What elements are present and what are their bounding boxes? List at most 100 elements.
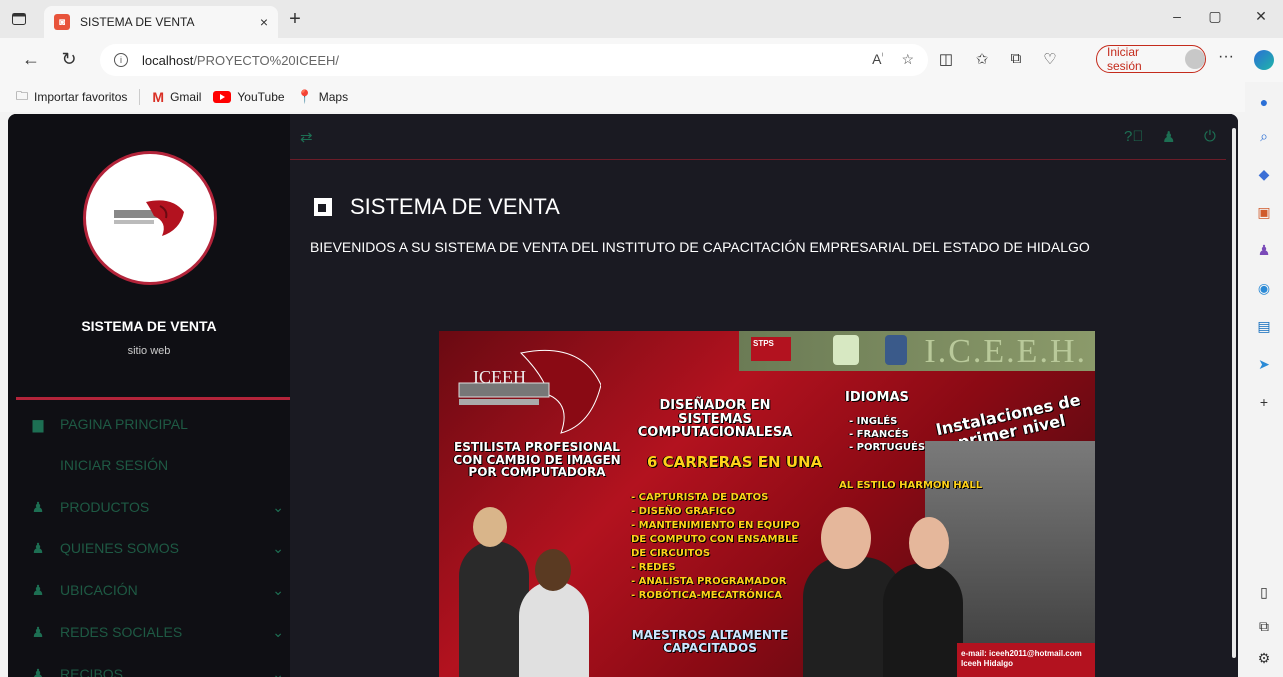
- favorites-icon[interactable]: ✩: [972, 50, 992, 68]
- sidebar-item-label: REDES SOCIALES: [60, 624, 183, 640]
- toggle-sidebar-icon[interactable]: ⇄: [300, 128, 313, 146]
- address-bar: ← ↻ i localhost/PROYECTO%20ICEEH/ A⁾ ☆ ◫…: [0, 38, 1283, 82]
- signin-label: Iniciar sesión: [1107, 45, 1142, 73]
- help-icon[interactable]: ?⃝: [1124, 128, 1144, 145]
- site-name: SISTEMA DE VENTA: [81, 318, 217, 334]
- idiomas-item: - FRANCÉS: [849, 429, 909, 440]
- page-title-text: SISTEMA DE VENTA: [350, 194, 560, 219]
- bookmark-import[interactable]: 🗀 Importar favoritos: [16, 87, 127, 108]
- sidebar-item-label: RECIBOS: [60, 666, 124, 677]
- app-sidebar: SISTEMA DE VENTA sitio web ▆ PAGINA PRIN…: [8, 114, 290, 677]
- sidebar-item-label: UBICACIÓN: [60, 582, 138, 598]
- tab-actions-icon[interactable]: [8, 9, 30, 29]
- contact-email: e-mail: iceeh2011@hotmail.com: [961, 649, 1082, 658]
- restore-button[interactable]: ▢: [1200, 8, 1230, 25]
- top-nav: ⇄ ?⃝ ♟ ⏻: [290, 114, 1238, 160]
- bookmark-label: Maps: [318, 90, 349, 104]
- url-path: /PROYECTO%20ICEEH/: [193, 52, 340, 68]
- users-icon: ♟: [31, 623, 45, 640]
- minimize-button[interactable]: –: [1162, 8, 1192, 24]
- refresh-icon[interactable]: ↻: [58, 49, 80, 70]
- tag-icon[interactable]: ◆: [1254, 164, 1274, 184]
- promo-banner: I.C.E.E.H. STPS ICEEH DISEÑADOR EN SISTE…: [439, 331, 1095, 677]
- sidebar-item-label: PAGINA PRINCIPAL: [60, 416, 188, 432]
- estilista-text: ESTILISTA PROFESIONAL CON CAMBIO DE IMAG…: [453, 440, 621, 480]
- collections-icon[interactable]: ⧉: [1006, 50, 1026, 67]
- sidebar-item-redes-sociales[interactable]: ♟ REDES SOCIALES ⌄: [8, 612, 290, 652]
- chevron-down-icon: ⌄: [272, 498, 284, 515]
- chevron-down-icon: ⌄: [272, 665, 284, 677]
- site-subtitle: sitio web: [127, 345, 171, 357]
- sidebar-item-productos[interactable]: ♟ PRODUCTOS ⌄: [8, 487, 290, 527]
- close-window-button[interactable]: ✕: [1246, 8, 1276, 25]
- sidebar-item-iniciar-sesion[interactable]: INICIAR SESIÓN: [8, 445, 290, 485]
- external-icon[interactable]: ⧉: [1254, 616, 1274, 636]
- bell-icon[interactable]: ●: [1254, 92, 1274, 112]
- stylist-face: [473, 507, 507, 547]
- divider: [139, 89, 141, 105]
- sidebar-item-label: PRODUCTOS: [60, 499, 150, 515]
- career-item: DE CIRCUITOS: [631, 548, 711, 559]
- signin-button[interactable]: Iniciar sesión: [1096, 45, 1206, 73]
- outlook-icon[interactable]: ▤: [1254, 316, 1274, 336]
- sidebar-item-label: QUIENES SOMOS: [60, 540, 180, 556]
- back-icon[interactable]: ←: [20, 49, 42, 70]
- sidebar-item-recibos[interactable]: ♟ RECIBOS ⌄: [8, 654, 290, 677]
- games-icon[interactable]: ♟: [1254, 240, 1274, 260]
- scrollbar-thumb[interactable]: [1232, 128, 1236, 658]
- site-logo: [83, 151, 217, 285]
- sidebar-toggle-icon[interactable]: ▯: [1254, 582, 1274, 602]
- bookmark-label: Importar favoritos: [34, 90, 128, 104]
- bookmark-youtube[interactable]: YouTube: [213, 90, 285, 104]
- square-icon: [314, 198, 332, 216]
- welcome-text: BIEVENIDOS A SU SISTEMA DE VENTA DEL INS…: [310, 239, 1090, 255]
- career-item: - REDES: [631, 562, 676, 573]
- bookmark-maps[interactable]: 📍 Maps: [297, 89, 349, 105]
- users-icon: ♟: [31, 539, 45, 556]
- career-item: - ROBÓTICA-MECATRÓNICA: [631, 590, 783, 601]
- sidebar-item-pagina-principal[interactable]: ▆ PAGINA PRINCIPAL: [8, 404, 290, 444]
- banner-brand: I.C.E.E.H.: [924, 333, 1087, 370]
- settings-gear-icon[interactable]: ⚙: [1254, 648, 1274, 668]
- career-item: - CAPTURISTA DE DATOS: [631, 492, 769, 503]
- disenador-text: DISEÑADOR EN SISTEMAS COMPUTACIONALESA: [637, 398, 793, 441]
- idiomas-item: - PORTUGUÉS: [849, 442, 926, 453]
- chevron-down-icon: ⌄: [272, 581, 284, 598]
- split-screen-icon[interactable]: ◫: [936, 50, 956, 68]
- man-photo: [883, 563, 963, 677]
- browser-tab[interactable]: ◙ SISTEMA DE VENTA ×: [44, 6, 278, 38]
- info-icon[interactable]: i: [114, 53, 128, 67]
- harmon-text: AL ESTILO HARMON HALL: [839, 480, 983, 491]
- shield-icon: [885, 335, 907, 365]
- sidebar-item-label: INICIAR SESIÓN: [60, 457, 169, 473]
- page-scrollbar[interactable]: [1226, 114, 1238, 677]
- url-input[interactable]: i localhost/PROYECTO%20ICEEH/ A⁾ ☆: [100, 44, 928, 76]
- search-icon[interactable]: ⌕: [1254, 126, 1274, 146]
- maestros-text: MAESTROS ALTAMENTE CAPACITADOS: [631, 628, 789, 655]
- career-item: - MANTENIMIENTO EN EQUIPO: [631, 520, 800, 531]
- career-item: - DISEÑO GRAFICO: [631, 506, 736, 517]
- bookmarks-bar: 🗀 Importar favoritos M Gmail YouTube 📍 M…: [0, 82, 1245, 112]
- add-icon[interactable]: +: [1254, 392, 1274, 412]
- stps-logo: STPS: [751, 337, 791, 361]
- tools-icon[interactable]: ▣: [1254, 202, 1274, 222]
- more-menu-icon[interactable]: ···: [1218, 48, 1234, 66]
- office-icon[interactable]: ◉: [1254, 278, 1274, 298]
- bookmark-label: YouTube: [237, 90, 285, 104]
- logo-text: ICEEH: [473, 367, 526, 387]
- bookmark-gmail[interactable]: M Gmail: [152, 89, 201, 105]
- sidebar-item-quienes-somos[interactable]: ♟ QUIENES SOMOS ⌄: [8, 528, 290, 568]
- user-settings-icon[interactable]: ♟: [1162, 128, 1175, 146]
- client-photo: [519, 581, 589, 677]
- sidebar-item-ubicacion[interactable]: ♟ UBICACIÓN ⌄: [8, 570, 290, 610]
- new-tab-button[interactable]: +: [284, 8, 306, 31]
- favorite-star-icon[interactable]: ☆: [901, 51, 914, 68]
- iceeh-logo: ICEEH: [451, 345, 602, 435]
- send-icon[interactable]: ➤: [1254, 354, 1274, 374]
- copilot-icon[interactable]: [1254, 50, 1274, 70]
- browser-essentials-icon[interactable]: ♡: [1040, 50, 1060, 68]
- tab-close-icon[interactable]: ×: [260, 14, 268, 30]
- users-icon: ♟: [31, 581, 45, 598]
- power-icon[interactable]: ⏻: [1204, 128, 1216, 145]
- read-aloud-icon[interactable]: A⁾: [872, 51, 883, 68]
